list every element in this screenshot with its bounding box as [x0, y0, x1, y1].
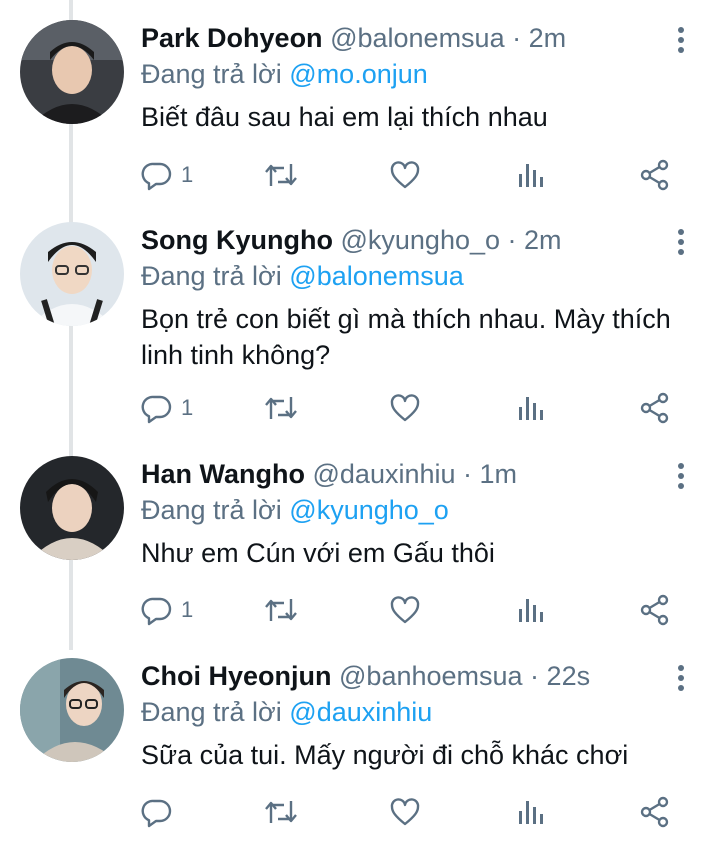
reply-mention[interactable]: @kyungho_o	[289, 495, 449, 525]
share-icon	[639, 392, 671, 424]
author-name[interactable]: Park Dohyeon	[141, 23, 323, 53]
separator-dot: ·	[522, 661, 547, 691]
share-button[interactable]	[639, 388, 671, 428]
more-icon[interactable]	[674, 228, 688, 256]
retweet-button[interactable]	[263, 155, 299, 195]
reply-button[interactable]	[141, 792, 181, 832]
action-bar	[141, 792, 681, 832]
retweet-button[interactable]	[263, 388, 299, 428]
analytics-button[interactable]	[515, 590, 547, 630]
tweet-header: Choi Hyeonjun @banhoemsua · 22s	[141, 658, 680, 694]
action-bar: 1	[141, 590, 681, 630]
retweet-button[interactable]	[263, 590, 299, 630]
reply-count: 1	[181, 162, 194, 187]
analytics-icon	[515, 392, 547, 424]
tweet-text: Sữa của tui. Mấy người đi chỗ khác chơi	[141, 740, 629, 770]
like-button[interactable]	[389, 388, 421, 428]
like-icon	[389, 159, 421, 191]
share-icon	[639, 159, 671, 191]
reply-prefix: Đang trả lời	[141, 697, 282, 727]
separator-dot: ·	[455, 459, 480, 489]
reply-count: 1	[181, 597, 194, 622]
analytics-icon	[515, 594, 547, 626]
like-icon	[389, 594, 421, 626]
analytics-button[interactable]	[515, 388, 547, 428]
reply-count: 1	[181, 395, 194, 420]
more-icon[interactable]	[674, 462, 688, 490]
action-bar: 1	[141, 155, 681, 195]
separator-dot: ·	[504, 23, 529, 53]
like-button[interactable]	[389, 155, 421, 195]
tweet-text: Bọn trẻ con biết gì mà thích nhau. Mày t…	[141, 304, 671, 370]
analytics-button[interactable]	[515, 792, 547, 832]
analytics-button[interactable]	[515, 155, 547, 195]
retweet-icon	[263, 392, 299, 424]
author-handle[interactable]: @balonemsua	[330, 23, 505, 53]
avatar[interactable]	[20, 456, 124, 560]
timestamp[interactable]: 22s	[547, 661, 591, 691]
author-handle[interactable]: @banhoemsua	[339, 661, 523, 691]
reply-icon	[141, 796, 173, 828]
timestamp[interactable]: 2m	[529, 23, 567, 53]
retweet-icon	[263, 594, 299, 626]
reply-button[interactable]: 1	[141, 388, 193, 428]
avatar[interactable]	[20, 20, 124, 124]
reply-icon	[141, 159, 173, 191]
retweet-button[interactable]	[263, 792, 299, 832]
author-name[interactable]: Han Wangho	[141, 459, 305, 489]
tweet-header: Park Dohyeon @balonemsua · 2m	[141, 20, 680, 56]
reply-button[interactable]: 1	[141, 155, 193, 195]
share-button[interactable]	[639, 155, 671, 195]
analytics-icon	[515, 796, 547, 828]
timestamp[interactable]: 1m	[480, 459, 518, 489]
tweet-header: Song Kyungho @kyungho_o · 2m	[141, 222, 680, 258]
reply-prefix: Đang trả lời	[141, 59, 282, 89]
share-icon	[639, 796, 671, 828]
reply-prefix: Đang trả lời	[141, 495, 282, 525]
like-icon	[389, 796, 421, 828]
reply-context: Đang trả lời @kyungho_o	[141, 492, 680, 528]
reply-button[interactable]: 1	[141, 590, 193, 630]
author-name[interactable]: Song Kyungho	[141, 225, 333, 255]
like-icon	[389, 392, 421, 424]
reply-context: Đang trả lời @dauxinhiu	[141, 694, 680, 730]
more-icon[interactable]	[674, 664, 688, 692]
reply-context: Đang trả lời @balonemsua	[141, 258, 680, 294]
separator-dot: ·	[500, 225, 525, 255]
more-icon[interactable]	[674, 26, 688, 54]
reply-icon	[141, 594, 173, 626]
analytics-icon	[515, 159, 547, 191]
reply-icon	[141, 392, 173, 424]
reply-mention[interactable]: @mo.onjun	[289, 59, 427, 89]
action-bar: 1	[141, 388, 681, 428]
like-button[interactable]	[389, 792, 421, 832]
tweet-text: Biết đâu sau hai em lại thích nhau	[141, 102, 548, 132]
avatar[interactable]	[20, 222, 124, 326]
retweet-icon	[263, 159, 299, 191]
tweet-header: Han Wangho @dauxinhiu · 1m	[141, 456, 680, 492]
like-button[interactable]	[389, 590, 421, 630]
timestamp[interactable]: 2m	[524, 225, 562, 255]
reply-mention[interactable]: @dauxinhiu	[289, 697, 432, 727]
author-name[interactable]: Choi Hyeonjun	[141, 661, 332, 691]
share-icon	[639, 594, 671, 626]
author-handle[interactable]: @dauxinhiu	[313, 459, 456, 489]
retweet-icon	[263, 796, 299, 828]
avatar[interactable]	[20, 658, 124, 762]
share-button[interactable]	[639, 590, 671, 630]
share-button[interactable]	[639, 792, 671, 832]
tweet-text: Như em Cún với em Gấu thôi	[141, 538, 495, 568]
reply-context: Đang trả lời @mo.onjun	[141, 56, 680, 92]
author-handle[interactable]: @kyungho_o	[340, 225, 500, 255]
reply-prefix: Đang trả lời	[141, 261, 282, 291]
reply-mention[interactable]: @balonemsua	[289, 261, 464, 291]
